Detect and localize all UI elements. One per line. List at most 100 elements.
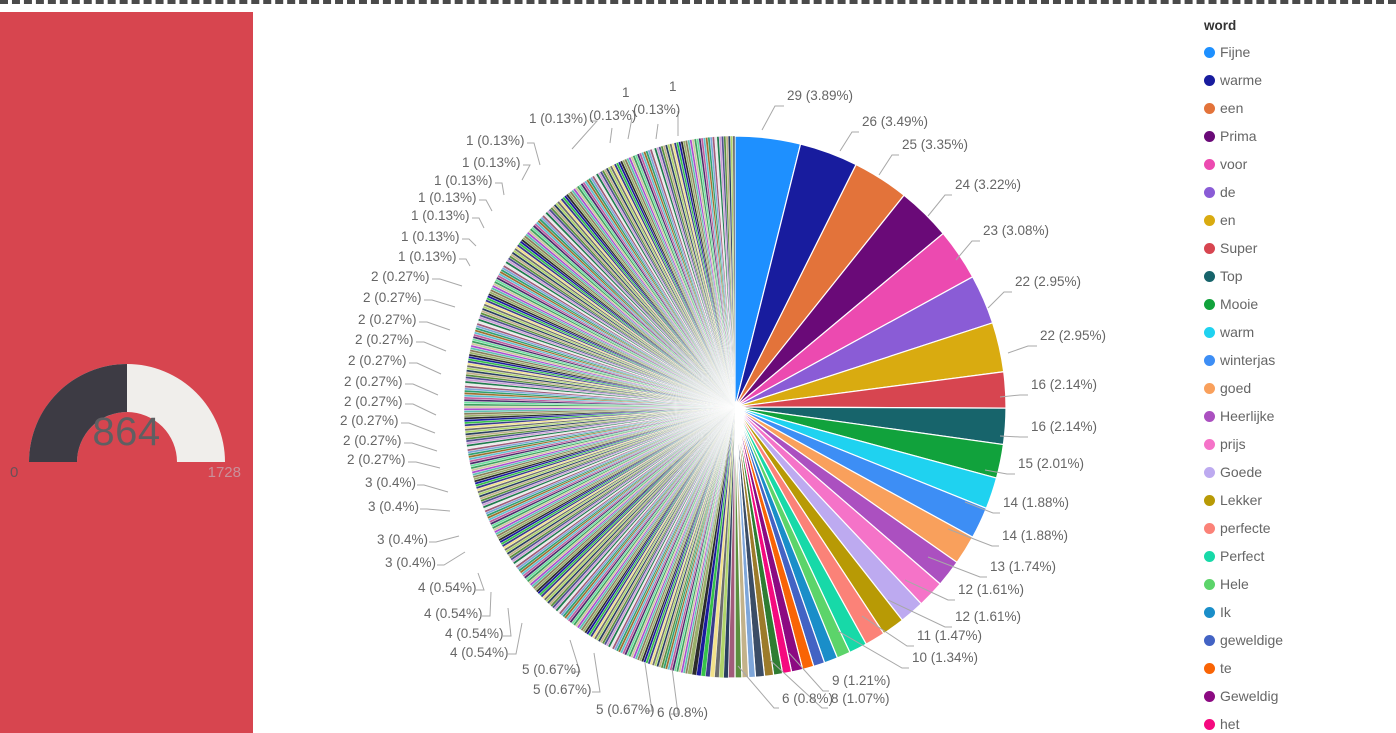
gauge-card[interactable]: 864 0 1728 bbox=[0, 12, 253, 733]
legend-item[interactable]: warm bbox=[1196, 318, 1396, 346]
legend-color-dot-icon bbox=[1204, 214, 1215, 226]
legend-item-label: Hele bbox=[1220, 576, 1249, 592]
legend-color-dot-icon bbox=[1204, 522, 1215, 534]
leader-line bbox=[472, 217, 485, 229]
legend-item[interactable]: en bbox=[1196, 206, 1396, 234]
legend-item[interactable]: perfecte bbox=[1196, 514, 1396, 542]
legend-item[interactable]: prijs bbox=[1196, 430, 1396, 458]
leader-line bbox=[609, 127, 613, 144]
legend-item-label: Mooie bbox=[1220, 296, 1259, 312]
legend-item[interactable]: Top bbox=[1196, 262, 1396, 290]
legend-item-label: prijs bbox=[1220, 436, 1246, 452]
pie-slice-label: 4 (0.54%) bbox=[445, 626, 504, 641]
legend-color-dot-icon bbox=[1204, 102, 1215, 114]
leader-line bbox=[417, 484, 449, 493]
legend-item[interactable]: Heerlijke bbox=[1196, 402, 1396, 430]
pie-slice-label: 24 (3.22%) bbox=[955, 177, 1022, 192]
pie-slice-label: 12 (1.61%) bbox=[958, 582, 1025, 597]
legend-item-label: Heerlijke bbox=[1220, 408, 1275, 424]
legend-item[interactable]: voor bbox=[1196, 150, 1396, 178]
legend-color-dot-icon bbox=[1204, 606, 1215, 618]
legend-item-label: warme bbox=[1220, 72, 1263, 88]
pie-slice-label: 2 (0.27%) bbox=[371, 269, 430, 284]
leader-line bbox=[987, 291, 1012, 309]
pie-chart-area[interactable]: 29 (3.89%) 26 (3.49%) 25 (3.35%) 24 (3.22%)… bbox=[253, 8, 1193, 733]
leader-line bbox=[839, 131, 859, 152]
gauge-max-label: 1728 bbox=[207, 464, 241, 481]
leader-line bbox=[878, 154, 899, 176]
legend-item[interactable]: Super bbox=[1196, 234, 1396, 262]
legend-item[interactable]: Prima bbox=[1196, 122, 1396, 150]
legend-item-label: Fijne bbox=[1220, 44, 1251, 60]
legend-item[interactable]: te bbox=[1196, 654, 1396, 682]
pie-slice-label: 3 (0.4%) bbox=[377, 532, 429, 547]
legend-item[interactable]: Hele bbox=[1196, 570, 1396, 598]
legend-items-list[interactable]: Fijne warme een Prima voor de en Super Top Mooie w… bbox=[1196, 38, 1396, 733]
legend-item[interactable]: winterjas bbox=[1196, 346, 1396, 374]
pie-slice-label: 2 (0.27%) bbox=[358, 312, 417, 327]
pie-slice-label: 11 (1.47%) bbox=[917, 628, 983, 643]
leader-line bbox=[476, 572, 485, 591]
pie-slice-label: 2 (0.27%) bbox=[344, 374, 403, 389]
leader-line bbox=[503, 607, 512, 637]
legend-item-label: Ik bbox=[1220, 604, 1231, 620]
legend-item-label: Prima bbox=[1220, 128, 1257, 144]
legend-item[interactable]: Fijne bbox=[1196, 38, 1396, 66]
legend-item-label: een bbox=[1220, 100, 1244, 116]
legend-item[interactable]: een bbox=[1196, 94, 1396, 122]
leader-line bbox=[527, 142, 541, 166]
legend-item[interactable]: Goede bbox=[1196, 458, 1396, 486]
pie-slices-group[interactable] bbox=[463, 135, 1007, 679]
legend-item-label: Geweldig bbox=[1220, 688, 1279, 704]
leader-line bbox=[405, 383, 439, 396]
legend-item[interactable]: Perfect bbox=[1196, 542, 1396, 570]
legend-item-label: Perfect bbox=[1220, 548, 1265, 564]
chart-legend[interactable]: word Fijne warme een Prima voor de en Super Top M… bbox=[1196, 8, 1396, 733]
pie-slice-label: 3 (0.4%) bbox=[365, 475, 417, 490]
pie-slice-label: 5 (0.67%) bbox=[522, 662, 581, 677]
pie-slice-label: 8 (1.07%) bbox=[831, 691, 890, 706]
legend-item[interactable]: Mooie bbox=[1196, 290, 1396, 318]
pie-slice-label: 29 (3.89%) bbox=[787, 88, 854, 103]
legend-color-dot-icon bbox=[1204, 662, 1215, 674]
pie-slice-label: 1 (0.13%) bbox=[401, 229, 460, 244]
leader-line bbox=[432, 278, 463, 287]
legend-color-dot-icon bbox=[1204, 130, 1215, 142]
legend-item-label: winterjas bbox=[1220, 352, 1276, 368]
legend-color-dot-icon bbox=[1204, 410, 1215, 422]
pie-slice-label: 15 (2.01%) bbox=[1018, 456, 1085, 471]
leader-line bbox=[419, 321, 451, 331]
legend-item-label: perfecte bbox=[1220, 520, 1271, 536]
legend-color-dot-icon bbox=[1204, 242, 1215, 254]
leader-line bbox=[429, 535, 460, 543]
pie-slice-label: 2 (0.27%) bbox=[347, 452, 406, 467]
legend-item[interactable]: geweldige bbox=[1196, 626, 1396, 654]
pie-slice-label: 4 (0.54%) bbox=[418, 580, 477, 595]
legend-item[interactable]: goed bbox=[1196, 374, 1396, 402]
pie-slice-label: 1 (0.13%) bbox=[418, 190, 477, 205]
leader-line bbox=[409, 362, 442, 375]
legend-color-dot-icon bbox=[1204, 438, 1215, 450]
legend-item[interactable]: de bbox=[1196, 178, 1396, 206]
pie-slice-label: 1 (0.13%) bbox=[398, 249, 457, 264]
pie-slice-label: 10 (1.34%) bbox=[912, 650, 979, 665]
legend-item-label: het bbox=[1220, 716, 1240, 732]
pie-slice-label: 9 (1.21%) bbox=[832, 673, 891, 688]
leader-line bbox=[521, 164, 531, 181]
pie-slice-label: 16 (2.14%) bbox=[1031, 419, 1098, 434]
pie-slice-label: 2 (0.27%) bbox=[363, 290, 422, 305]
legend-color-dot-icon bbox=[1204, 494, 1215, 506]
legend-item[interactable]: Lekker bbox=[1196, 486, 1396, 514]
pie-chart-svg[interactable] bbox=[253, 8, 1193, 733]
legend-color-dot-icon bbox=[1204, 158, 1215, 170]
legend-color-dot-icon bbox=[1204, 74, 1215, 86]
pie-slice-label: 2 (0.27%) bbox=[343, 433, 402, 448]
legend-item[interactable]: Ik bbox=[1196, 598, 1396, 626]
pie-slice-label: 6 (0.8%) bbox=[657, 705, 709, 720]
legend-item[interactable]: Geweldig bbox=[1196, 682, 1396, 710]
pie-slice-label: 13 (1.74%) bbox=[990, 559, 1057, 574]
pie-slice-label: 2 (0.27%) bbox=[348, 353, 407, 368]
legend-item[interactable]: warme bbox=[1196, 66, 1396, 94]
legend-item[interactable]: het bbox=[1196, 710, 1396, 733]
leader-line bbox=[482, 591, 492, 617]
